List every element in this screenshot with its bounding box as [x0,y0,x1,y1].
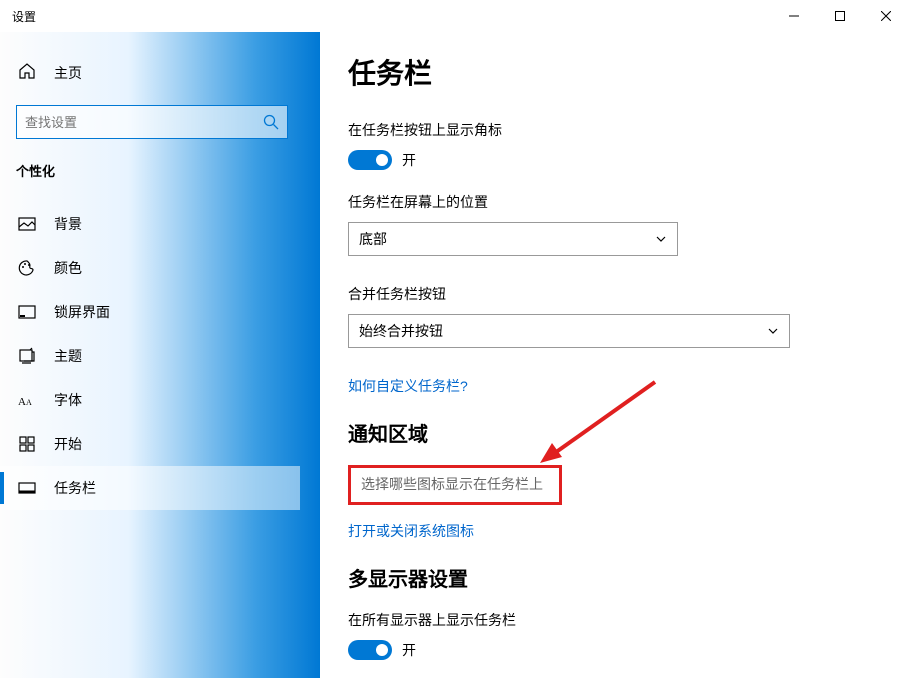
multimonitor-label: 在所有显示器上显示任务栏 [348,610,909,630]
combine-label: 合并任务栏按钮 [348,284,909,304]
sidebar-item-themes[interactable]: 主题 [0,334,300,378]
position-value: 底部 [359,229,387,249]
content-area: 任务栏 在任务栏按钮上显示角标 开 任务栏在屏幕上的位置 底部 合并任务栏按钮 … [320,32,909,678]
sidebar-item-lockscreen[interactable]: 锁屏界面 [0,290,300,334]
toggle-state-label: 开 [402,150,416,170]
home-button[interactable]: 主页 [0,52,300,93]
position-dropdown[interactable]: 底部 [348,222,678,256]
minimize-button[interactable] [771,0,817,32]
maximize-icon [835,11,845,21]
picture-icon [18,215,36,233]
minimize-icon [789,11,799,21]
themes-icon [18,347,36,365]
close-button[interactable] [863,0,909,32]
sidebar-item-label: 任务栏 [54,478,96,498]
taskbar-icon [18,479,36,497]
svg-text:A: A [26,398,32,407]
chevron-down-icon [655,233,667,245]
position-label: 任务栏在屏幕上的位置 [348,192,909,212]
search-icon [263,114,279,130]
home-label: 主页 [54,63,82,83]
home-icon [18,62,36,83]
sidebar-item-label: 锁屏界面 [54,302,110,322]
combine-value: 始终合并按钮 [359,321,443,341]
close-icon [881,11,891,21]
system-icons-link[interactable]: 打开或关闭系统图标 [348,521,909,541]
sidebar-item-label: 主题 [54,346,82,366]
start-icon [18,435,36,453]
sidebar-item-background[interactable]: 背景 [0,202,300,246]
select-icons-link[interactable]: 选择哪些图标显示在任务栏上 [357,474,547,496]
titlebar: 设置 [0,0,909,32]
multimonitor-heading: 多显示器设置 [348,563,909,592]
svg-text:A: A [18,396,26,407]
sidebar-item-start[interactable]: 开始 [0,422,300,466]
annotation-highlight-box: 选择哪些图标显示在任务栏上 [348,465,562,505]
multimonitor-toggle[interactable] [348,640,392,660]
sidebar-item-colors[interactable]: 颜色 [0,246,300,290]
combine-dropdown[interactable]: 始终合并按钮 [348,314,790,348]
notification-heading: 通知区域 [348,418,909,447]
lockscreen-icon [18,303,36,321]
window-title: 设置 [12,8,771,25]
badges-toggle[interactable] [348,150,392,170]
sidebar-item-label: 背景 [54,214,82,234]
window-controls [771,0,909,32]
maximize-button[interactable] [817,0,863,32]
chevron-down-icon [767,325,779,337]
sidebar-item-label: 颜色 [54,258,82,278]
page-title: 任务栏 [348,52,909,92]
search-input[interactable] [25,115,263,130]
customize-link[interactable]: 如何自定义任务栏? [348,376,909,396]
palette-icon [18,259,36,277]
sidebar: 主页 个性化 背景 颜色 锁屏界面 [0,32,320,678]
sidebar-item-fonts[interactable]: AA 字体 [0,378,300,422]
search-box[interactable] [16,105,288,139]
fonts-icon: AA [18,391,36,409]
badges-label: 在任务栏按钮上显示角标 [348,120,909,140]
sidebar-item-label: 开始 [54,434,82,454]
category-label: 个性化 [0,157,300,190]
sidebar-item-label: 字体 [54,390,82,410]
toggle-state-label: 开 [402,640,416,660]
sidebar-item-taskbar[interactable]: 任务栏 [0,466,300,510]
